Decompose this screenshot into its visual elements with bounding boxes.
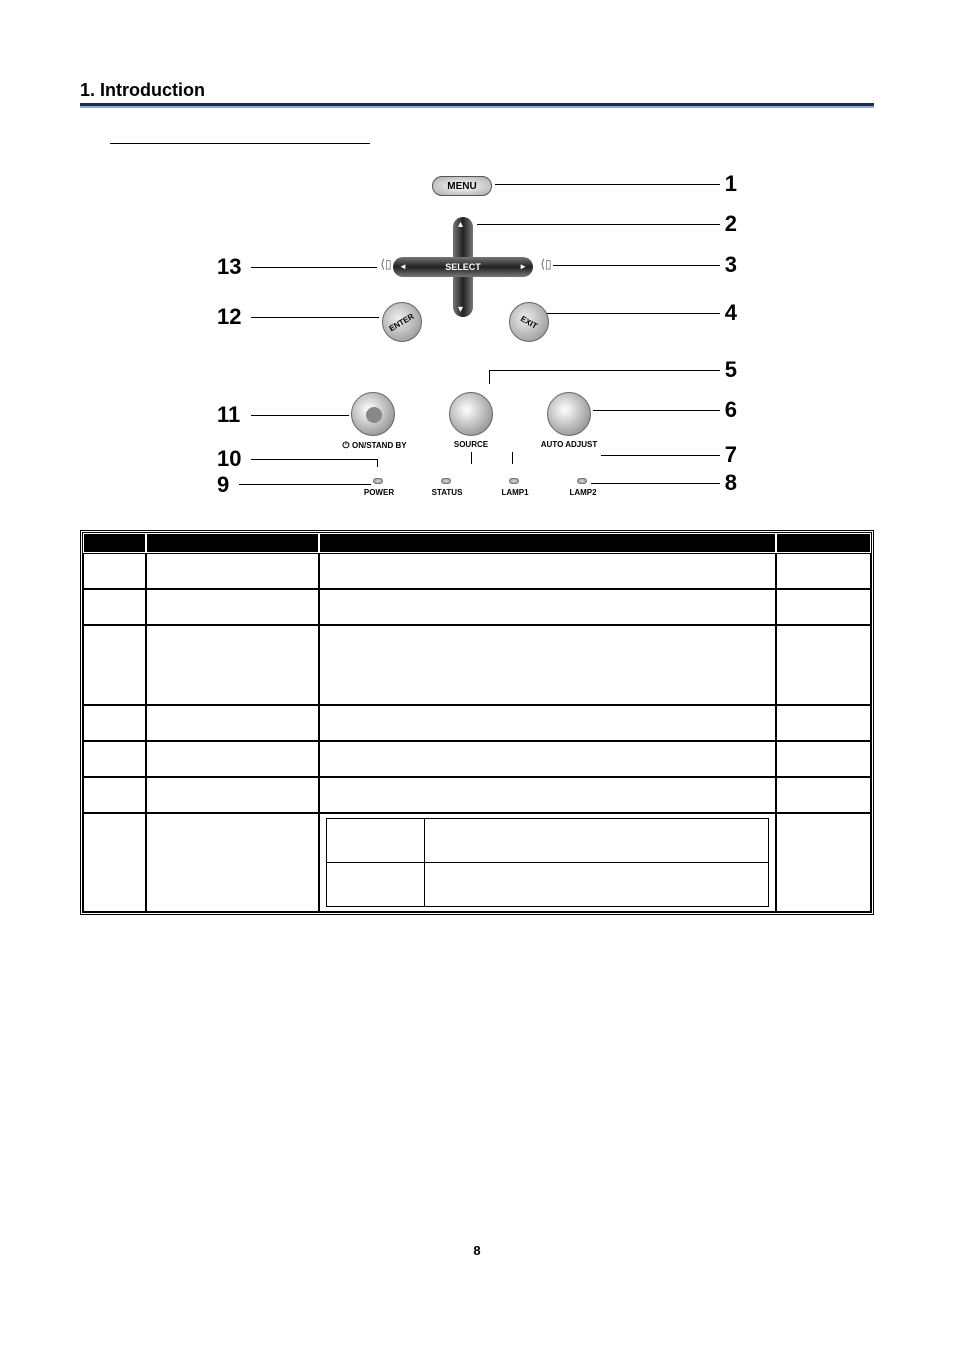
callout-6: 6 (725, 397, 737, 423)
source-button (449, 392, 493, 436)
auto-adjust-button (547, 392, 591, 436)
menu-button: MENU (432, 176, 492, 196)
cell-page (776, 589, 871, 625)
callout-2: 2 (725, 211, 737, 237)
lamp2-led-label: LAMP2 (565, 488, 601, 497)
cell-desc (319, 741, 776, 777)
exit-button: EXIT (509, 302, 549, 342)
horizontal-keystone-icon: ⟨▯ (537, 257, 555, 271)
cell-page (776, 553, 871, 589)
cell-label (146, 625, 319, 705)
power-led-label: POWER (361, 488, 397, 497)
cell-desc (319, 625, 776, 705)
control-panel-diagram: 1 2 3 4 5 6 7 8 13 12 11 10 9 (217, 162, 737, 512)
table-row (83, 813, 871, 912)
th-label (146, 533, 319, 553)
page-number: 8 (0, 1243, 954, 1258)
callout-10: 10 (217, 446, 241, 472)
section-title: 1. Introduction (80, 80, 874, 101)
cell-page (776, 625, 871, 705)
select-pad: SELECT (393, 217, 533, 317)
cell-page (776, 777, 871, 813)
cell-desc (319, 589, 776, 625)
auto-adjust-label: AUTO ADJUST (537, 440, 601, 449)
cell-label (146, 813, 319, 912)
table-row (83, 741, 871, 777)
cell-item (83, 741, 146, 777)
cell-desc (319, 777, 776, 813)
source-label: SOURCE (449, 440, 493, 449)
cell-item (83, 625, 146, 705)
callout-13: 13 (217, 254, 241, 280)
cell-page (776, 705, 871, 741)
cell-desc (319, 813, 776, 912)
subheading-underline (110, 128, 370, 144)
cell-item (83, 553, 146, 589)
cell-item (83, 813, 146, 912)
callout-8: 8 (725, 470, 737, 496)
rule-sub (80, 106, 874, 108)
th-item (83, 533, 146, 553)
callout-3: 3 (725, 252, 737, 278)
cell-item (83, 705, 146, 741)
cell-label (146, 553, 319, 589)
cell-label (146, 705, 319, 741)
callout-9: 9 (217, 472, 229, 498)
table-row (83, 589, 871, 625)
cell-page (776, 813, 871, 912)
cell-label (146, 777, 319, 813)
callout-12: 12 (217, 304, 241, 330)
cell-desc (319, 553, 776, 589)
lamp1-led-label: LAMP1 (497, 488, 533, 497)
cell-label (146, 589, 319, 625)
status-led-label: STATUS (427, 488, 467, 497)
callout-7: 7 (725, 442, 737, 468)
enter-button: ENTER (382, 302, 422, 342)
cell-item (83, 589, 146, 625)
table-row (83, 705, 871, 741)
cell-label (146, 741, 319, 777)
controls-table (80, 530, 874, 915)
on-standby-button (351, 392, 395, 436)
cell-page (776, 741, 871, 777)
th-desc (319, 533, 776, 553)
callout-4: 4 (725, 300, 737, 326)
table-row (83, 553, 871, 589)
callout-5: 5 (725, 357, 737, 383)
table-row (83, 625, 871, 705)
cell-item (83, 777, 146, 813)
callout-1: 1 (725, 171, 737, 197)
table-row (83, 777, 871, 813)
callout-11: 11 (217, 402, 240, 428)
on-standby-label: ON/STAND BY (337, 440, 412, 451)
th-page (776, 533, 871, 553)
cell-desc (319, 705, 776, 741)
